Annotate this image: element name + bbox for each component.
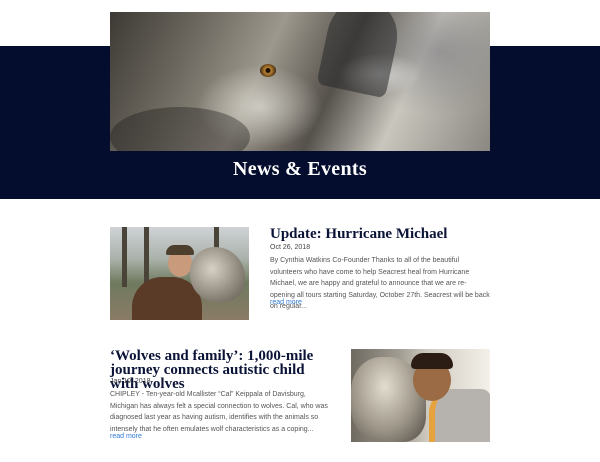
- read-more-link[interactable]: read more: [270, 299, 302, 306]
- wolf-figure: [190, 247, 245, 302]
- page-title: News & Events: [233, 158, 367, 180]
- post-thumbnail-hurricane[interactable]: [110, 227, 249, 320]
- read-more-link[interactable]: read more: [110, 433, 142, 440]
- wolf-ear-shape: [316, 12, 404, 99]
- wolf-snout-shape: [110, 107, 250, 151]
- tree-trunk: [122, 227, 127, 287]
- post-excerpt: CHIPLEY - Ten-year-old Mcallister “Cal” …: [110, 391, 328, 433]
- post-date: Jan 10, 2018: [110, 378, 151, 385]
- post-title-link[interactable]: Update: Hurricane Michael: [270, 227, 500, 242]
- post-date: Oct 26, 2018: [270, 244, 311, 251]
- person-cap: [166, 245, 194, 255]
- post-excerpt: By Cynthia Watkins Co-Founder Thanks to …: [270, 257, 490, 311]
- post-thumbnail-wolves-family[interactable]: [351, 349, 490, 442]
- wolf-hero-image: [110, 12, 490, 151]
- boy-hair: [411, 353, 453, 369]
- tree-trunk: [144, 227, 149, 287]
- wolf-eye-shape: [260, 64, 276, 77]
